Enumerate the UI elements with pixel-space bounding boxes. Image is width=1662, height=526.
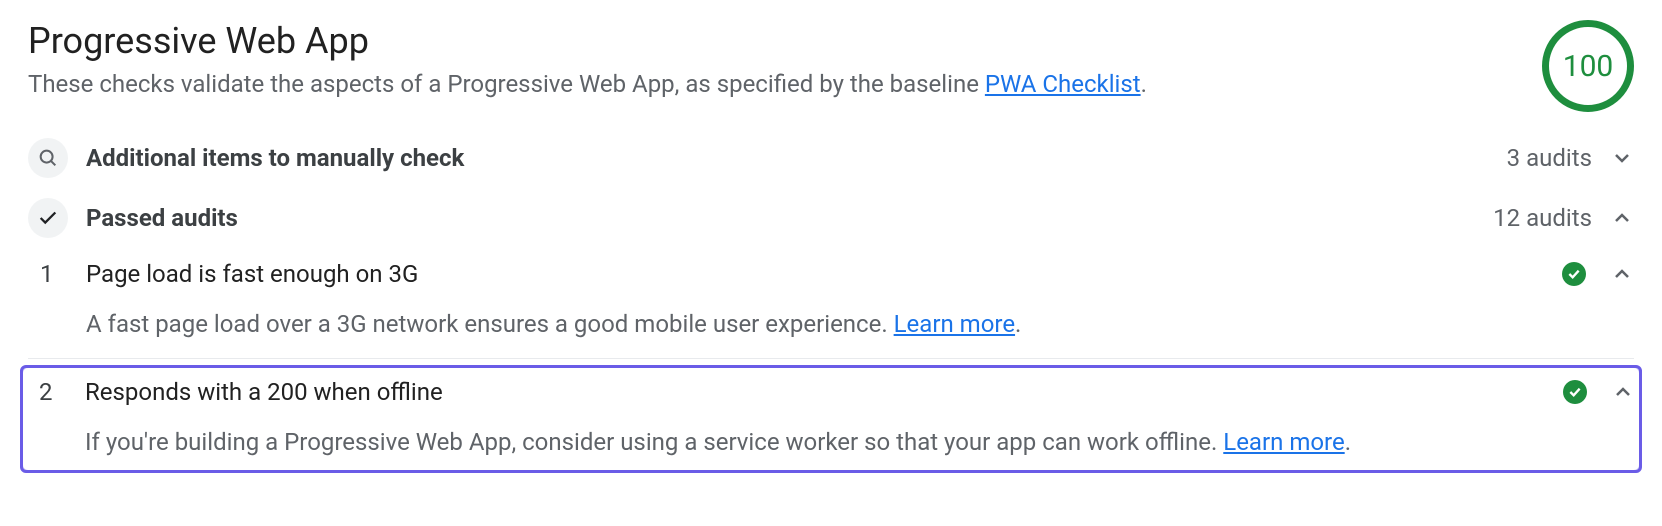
audit-desc-text: A fast page load over a 3G network ensur… bbox=[86, 310, 894, 338]
category-title: Progressive Web App bbox=[28, 20, 1522, 62]
audit-index: 1 bbox=[28, 260, 86, 288]
manual-section-label: Additional items to manually check bbox=[86, 144, 1507, 172]
subtitle-suffix: . bbox=[1141, 70, 1147, 98]
audit-item-highlighted: 2 Responds with a 200 when offline If yo… bbox=[20, 365, 1642, 473]
score-gauge: 100 bbox=[1542, 20, 1634, 112]
chevron-up-icon bbox=[1610, 262, 1634, 286]
pwa-checklist-link[interactable]: PWA Checklist bbox=[985, 70, 1141, 98]
chevron-up-icon bbox=[1611, 380, 1635, 404]
audit-desc-suffix: . bbox=[1345, 428, 1351, 456]
category-subtitle: These checks validate the aspects of a P… bbox=[28, 70, 1522, 98]
audit-desc-text: If you're building a Progressive Web App… bbox=[85, 428, 1223, 456]
audit-index: 2 bbox=[27, 378, 85, 406]
subtitle-prefix: These checks validate the aspects of a P… bbox=[28, 70, 985, 98]
passed-section-label: Passed audits bbox=[86, 204, 1493, 232]
passed-section-count: 12 audits bbox=[1493, 204, 1592, 232]
score-value: 100 bbox=[1563, 49, 1614, 84]
manual-section-count: 3 audits bbox=[1507, 144, 1592, 172]
search-icon bbox=[28, 138, 68, 178]
audit-description: A fast page load over a 3G network ensur… bbox=[28, 288, 1634, 338]
audit-title: Page load is fast enough on 3G bbox=[86, 260, 1562, 288]
audit-row-toggle[interactable]: 2 Responds with a 200 when offline bbox=[27, 378, 1635, 406]
audit-desc-suffix: . bbox=[1015, 310, 1021, 338]
passed-badge-icon bbox=[1563, 380, 1587, 404]
learn-more-link[interactable]: Learn more bbox=[894, 310, 1015, 338]
learn-more-link[interactable]: Learn more bbox=[1223, 428, 1344, 456]
check-icon bbox=[28, 198, 68, 238]
chevron-up-icon bbox=[1610, 206, 1634, 230]
audit-description: If you're building a Progressive Web App… bbox=[27, 406, 1635, 456]
divider bbox=[28, 358, 1634, 359]
header-text-block: Progressive Web App These checks validat… bbox=[28, 20, 1522, 98]
audit-item: 1 Page load is fast enough on 3G A fast … bbox=[28, 250, 1634, 352]
passed-badge-icon bbox=[1562, 262, 1586, 286]
passed-audits-section-header[interactable]: Passed audits 12 audits bbox=[28, 190, 1634, 250]
audit-title: Responds with a 200 when offline bbox=[85, 378, 1563, 406]
audit-row-toggle[interactable]: 1 Page load is fast enough on 3G bbox=[28, 260, 1634, 288]
chevron-down-icon bbox=[1610, 146, 1634, 170]
manual-checks-section-header[interactable]: Additional items to manually check 3 aud… bbox=[28, 130, 1634, 190]
category-header: Progressive Web App These checks validat… bbox=[28, 20, 1634, 112]
